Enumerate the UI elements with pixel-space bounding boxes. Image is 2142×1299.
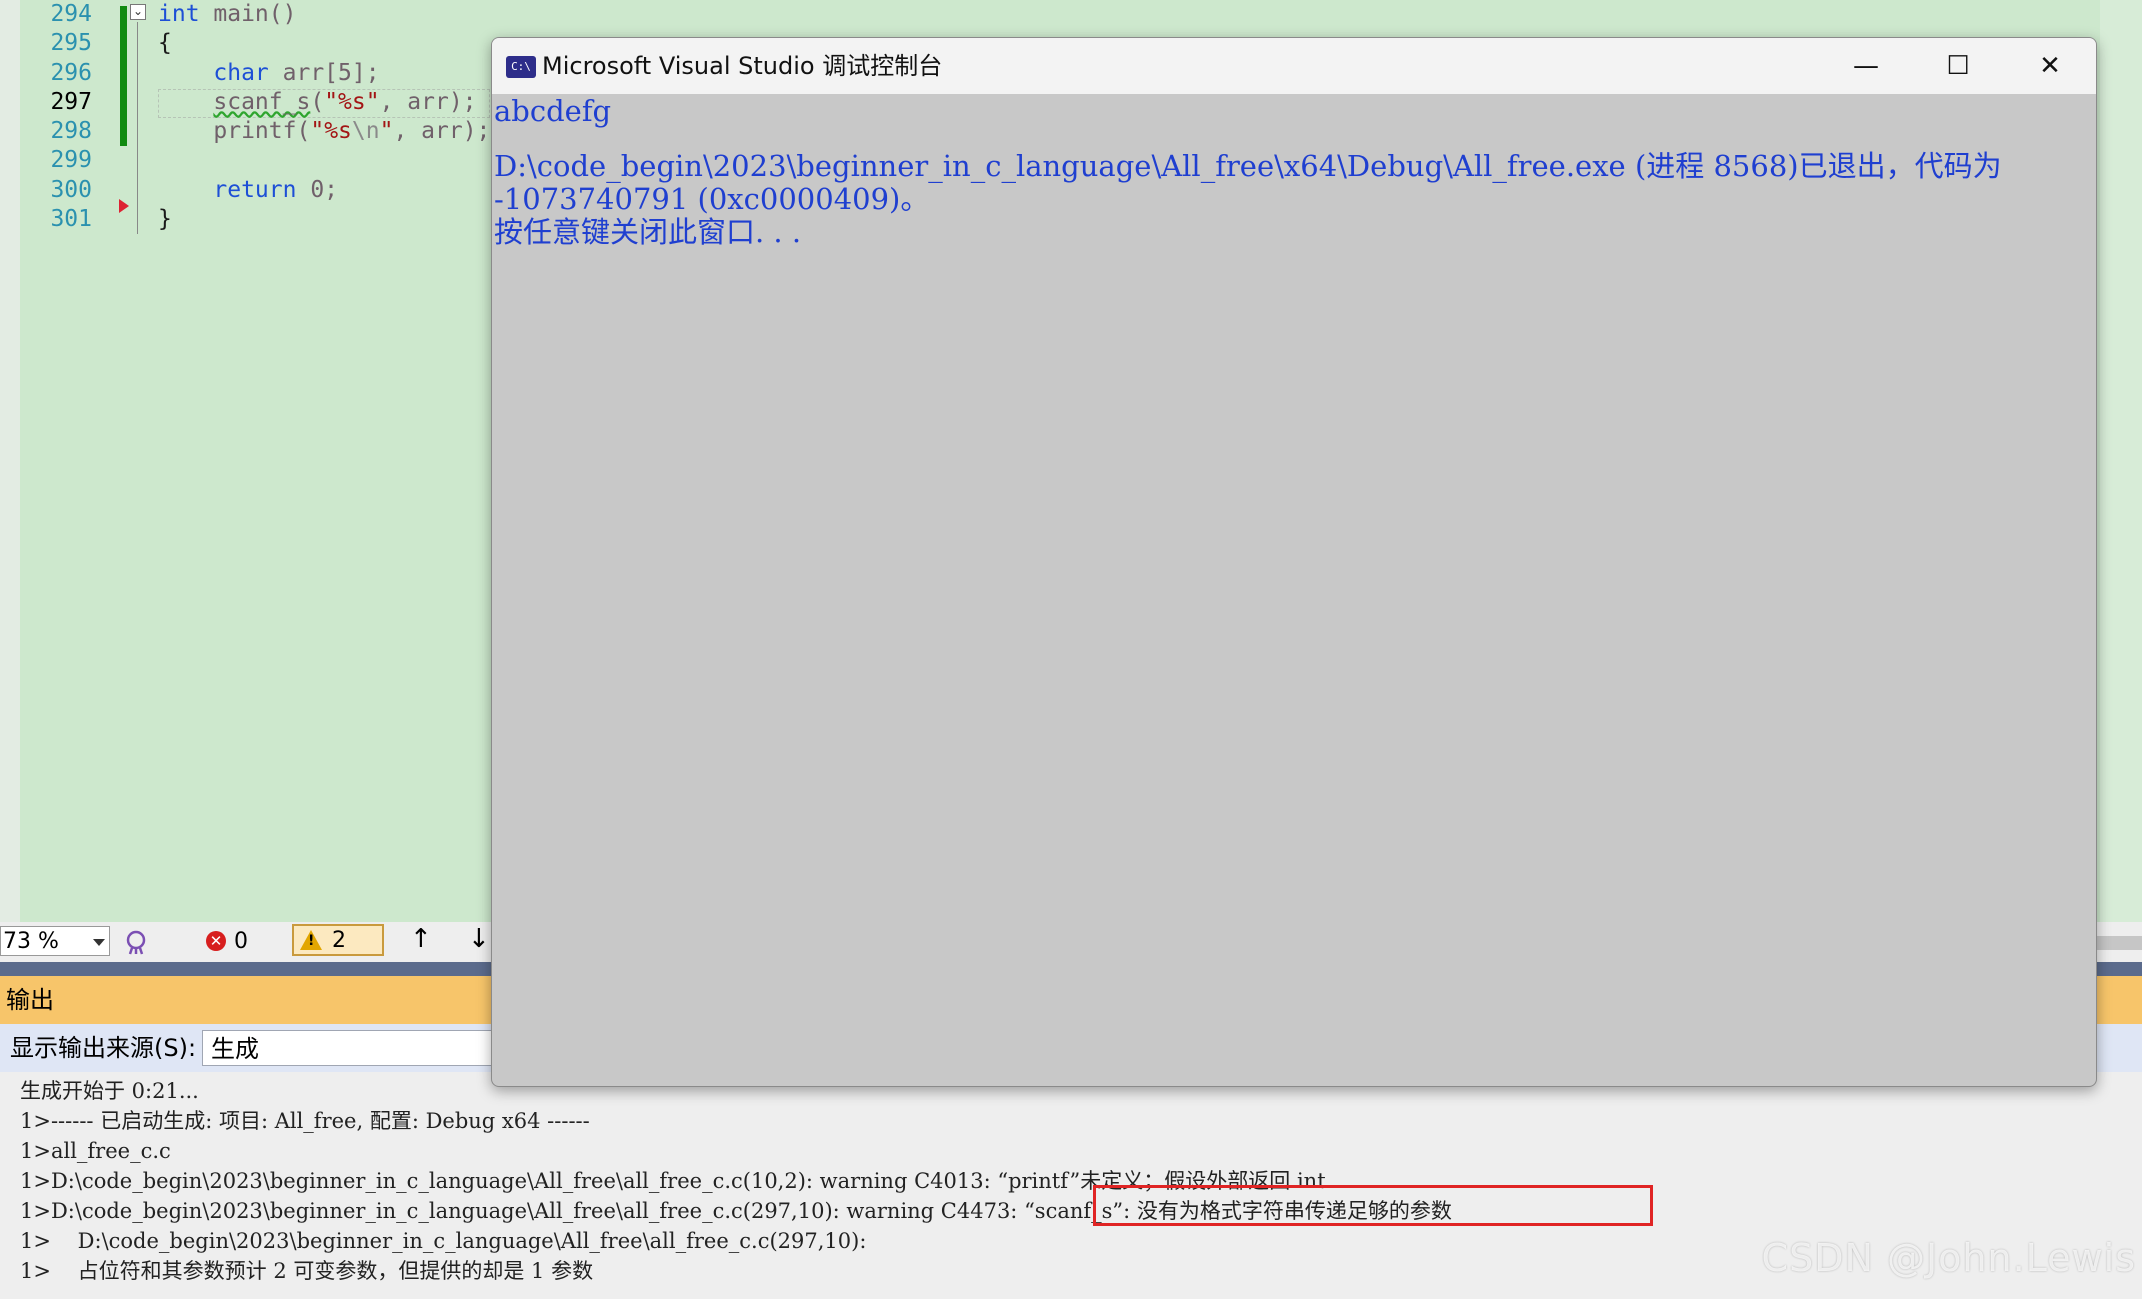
code-text: , arr);: [393, 118, 491, 145]
code-text: , arr);: [379, 88, 477, 115]
error-icon: ✕: [206, 931, 226, 951]
console-line: 按任意键关闭此窗口. . .: [494, 215, 802, 249]
code-text: arr[5];: [268, 59, 380, 86]
code-line-301: }: [158, 205, 490, 234]
code-line-296: char arr[5];: [158, 59, 490, 88]
output-line: 1>------ 已启动生成: 项目: All_free, 配置: Debug …: [20, 1109, 590, 1133]
keyword: char: [213, 59, 269, 86]
warning-count: 2: [332, 927, 346, 953]
code-text: (: [310, 88, 325, 115]
warning-count-button[interactable]: ! 2: [292, 924, 384, 956]
execution-arrow-icon: [119, 199, 129, 213]
function-name-warning: scanf_s: [213, 88, 311, 115]
line-number: 296: [50, 59, 92, 86]
minimize-button[interactable]: —: [1820, 38, 1912, 94]
close-button[interactable]: ✕: [2004, 38, 2096, 94]
output-line: 1> 占位符和其参数预计 2 可变参数，但提供的却是 1 参数: [20, 1259, 594, 1283]
warning-glyph: !: [308, 933, 315, 949]
line-number: 301: [50, 206, 92, 233]
maximize-button[interactable]: ☐: [1912, 38, 2004, 94]
chevron-down-icon: [93, 939, 105, 946]
zoom-dropdown[interactable]: 73 %: [0, 926, 110, 956]
annotation-highlight-box: [1093, 1185, 1653, 1226]
string-literal: "%s": [324, 88, 380, 115]
console-title-bar[interactable]: C:\ Microsoft Visual Studio 调试控制台 — ☐ ✕: [492, 38, 2096, 94]
fold-guide-line: [137, 22, 138, 234]
code-line-295: {: [158, 29, 490, 58]
code-line-297: scanf_s("%s", arr);: [158, 88, 490, 117]
horizontal-scrollbar[interactable]: [2090, 936, 2142, 950]
console-window-title: Microsoft Visual Studio 调试控制台: [542, 52, 943, 80]
error-count: 0: [234, 928, 248, 954]
keyword: return: [213, 176, 297, 203]
console-output[interactable]: abcdefg D:\code_begin\2023\beginner_in_c…: [492, 94, 2096, 1084]
output-source-label: 显示输出来源(S):: [10, 1034, 197, 1062]
output-text[interactable]: 生成开始于 0:21... 1>------ 已启动生成: 项目: All_fr…: [20, 1076, 1452, 1286]
code-line-294: int main(): [158, 0, 490, 29]
line-number: 294: [50, 1, 92, 27]
escape-sequence: \n: [351, 118, 380, 145]
code-line-300: return 0;: [158, 176, 490, 205]
code-lines[interactable]: int main() { char arr[5]; scanf_s("%s", …: [158, 0, 490, 234]
line-number: 295: [50, 30, 92, 57]
change-tracking-bar: [120, 6, 127, 146]
code-text: 0;: [296, 176, 339, 203]
code-text: {: [158, 30, 172, 57]
line-number: 300: [50, 176, 92, 203]
zoom-value: 73 %: [3, 929, 59, 954]
console-app-icon: C:\: [506, 56, 536, 78]
next-issue-arrow-down-icon[interactable]: ↓: [468, 924, 490, 954]
debug-console-window[interactable]: C:\ Microsoft Visual Studio 调试控制台 — ☐ ✕ …: [491, 37, 2097, 1087]
code-line-298: printf("%s\n", arr);: [158, 117, 490, 146]
line-number: 299: [50, 147, 92, 174]
code-text: }: [158, 206, 172, 233]
editor-left-margin: [0, 0, 20, 922]
watermark-text: CSDN @John.Lewis: [1761, 1236, 2136, 1280]
line-number-current: 297: [50, 88, 92, 115]
output-source-value: 生成: [211, 1035, 259, 1063]
function-name: printf: [213, 118, 297, 145]
line-number-gutter: 294 295 296 297 298 299 300 301: [20, 0, 92, 234]
string-literal: "%s: [310, 118, 352, 145]
output-line: 1>all_free_c.c: [20, 1139, 171, 1163]
line-number: 298: [50, 118, 92, 145]
keyword: int: [158, 1, 200, 27]
intellicode-icon[interactable]: [122, 928, 150, 956]
collapse-toggle-icon[interactable]: ⌄: [130, 4, 146, 20]
code-text: (: [296, 118, 311, 145]
previous-issue-arrow-up-icon[interactable]: ↑: [410, 924, 432, 954]
vertical-scrollbar[interactable]: [2100, 0, 2142, 922]
warning-icon: !: [300, 930, 322, 950]
error-count-button[interactable]: ✕ 0: [206, 926, 248, 956]
console-line: abcdefg: [494, 94, 612, 128]
code-text: main(): [199, 1, 297, 27]
output-line: 1> D:\code_begin\2023\beginner_in_c_lang…: [20, 1229, 867, 1253]
string-literal: ": [379, 118, 394, 145]
